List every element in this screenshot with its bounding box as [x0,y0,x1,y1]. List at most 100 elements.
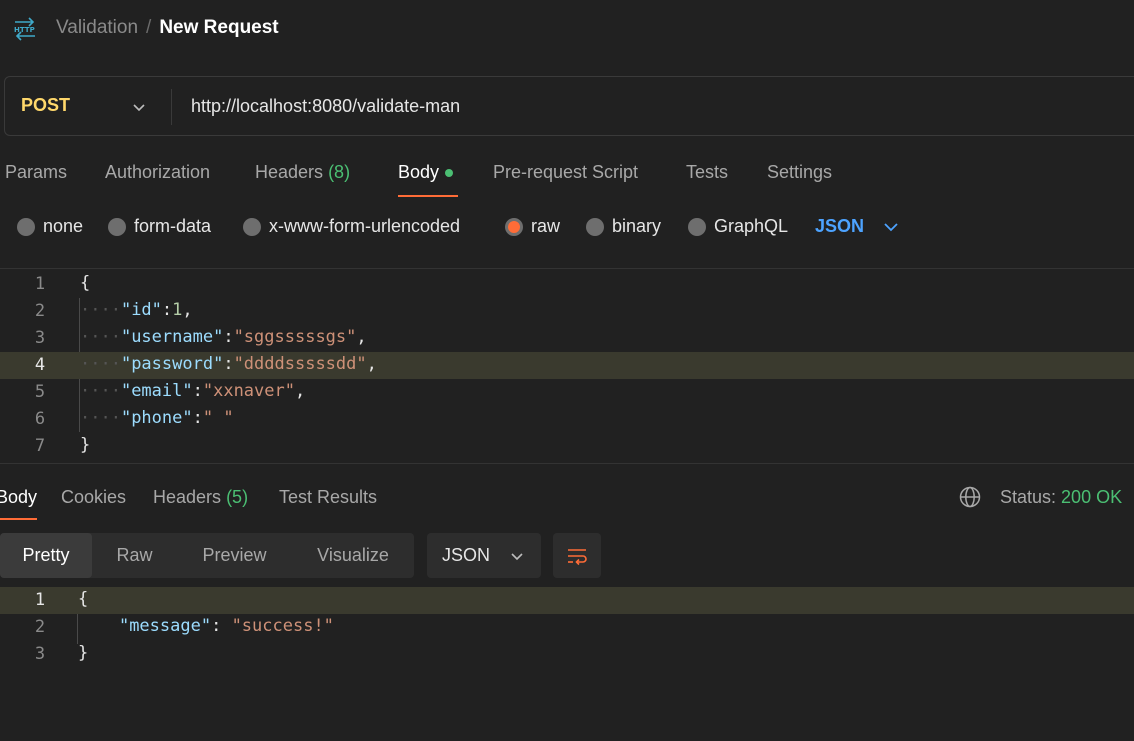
radio-circle-icon [17,217,35,236]
json-key: "message" [118,616,212,636]
globe-icon[interactable] [958,485,982,509]
radio-label: form-data [134,216,212,236]
divider [0,463,1134,464]
modified-dot-icon [445,169,454,178]
tab-pre-request-script[interactable]: Pre-request Script [493,162,638,183]
line-number: 7 [34,436,46,456]
response-format-select[interactable]: JSON [427,533,541,578]
radio-none[interactable]: none [17,216,83,237]
method-select[interactable]: POST [21,95,70,116]
radio-graphql[interactable]: GraphQL [688,216,788,237]
code-line[interactable]: 5 ····"email":"xxnaver", [0,379,1134,406]
wrap-lines-icon [568,549,587,566]
json-value: 1 [172,300,183,320]
active-tab-indicator [0,518,37,520]
radio-label: binary [612,216,662,236]
line-number: 4 [34,355,46,375]
response-status[interactable]: Status: 200 OK [1000,487,1122,508]
tab-tests[interactable]: Tests [686,162,728,183]
divider [0,268,1134,269]
code-line[interactable]: 3 ····"username":"sggsssssgs", [0,325,1134,352]
punct: , [182,300,193,320]
radio-label: raw [531,216,561,236]
tab-label: Test Results [279,487,378,507]
json-key: "password" [120,354,224,374]
breadcrumb-collection[interactable]: Validation [56,17,138,38]
breadcrumb: Validation / New Request [56,17,279,39]
svg-text:HTTP: HTTP [14,26,35,34]
tab-response-body[interactable]: Body [0,487,37,508]
json-key: "email" [120,381,193,401]
tab-params[interactable]: Params [5,162,67,183]
tab-settings[interactable]: Settings [767,162,832,183]
radio-label: GraphQL [714,216,789,236]
json-key: "username" [120,327,224,347]
json-key: "id" [120,300,162,320]
url-input[interactable]: http://localhost:8080/validate-man [191,96,460,117]
json-key: "phone" [120,408,193,428]
request-name[interactable]: New Request [159,17,278,38]
tab-headers[interactable]: Headers (8) [255,162,350,183]
view-pretty-button[interactable]: Pretty [0,533,92,578]
radio-raw[interactable]: raw [505,216,560,237]
active-tab-indicator [398,195,458,197]
tab-label: Body [398,162,440,182]
tab-label: Authorization [105,162,211,182]
radio-selected-icon [505,217,523,236]
punct: , [356,327,367,347]
breadcrumb-separator: / [146,17,152,38]
radio-x-www-form-urlencoded[interactable]: x-www-form-urlencoded [243,216,460,237]
tab-label: Tests [686,162,729,182]
response-line-current[interactable]: 1 { [0,587,1134,614]
tab-body[interactable]: Body [398,162,454,183]
radio-circle-icon [108,217,126,236]
view-preview-button[interactable]: Preview [177,533,292,578]
tab-test-results[interactable]: Test Results [279,487,377,508]
radio-binary[interactable]: binary [586,216,661,237]
code-line[interactable]: 7 } [0,433,1134,460]
http-icon: HTTP [14,17,35,41]
punct: , [366,354,377,374]
radio-circle-icon [586,217,604,236]
tab-label: Cookies [61,487,127,507]
chevron-down-icon[interactable] [129,97,149,117]
tab-cookies[interactable]: Cookies [61,487,126,508]
line-number: 2 [34,301,46,321]
code-line[interactable]: 2 ····"id":1, [0,298,1134,325]
json-value: " " [202,408,234,428]
response-line[interactable]: 2 "message": "success!" [0,614,1134,641]
status-label: Status: [1000,487,1057,507]
tab-label: Settings [767,162,833,182]
body-format-select[interactable]: JSON [815,216,864,237]
tab-label: Headers [153,487,222,507]
radio-form-data[interactable]: form-data [108,216,211,237]
tab-response-headers[interactable]: Headers (5) [153,487,248,508]
json-value: "ddddsssssdd" [233,354,367,374]
line-number: 6 [34,409,46,429]
response-line[interactable]: 3 } [0,641,1134,668]
format-label: JSON [442,545,491,565]
line-number: 1 [34,590,46,610]
url-bar: POST http://localhost:8080/validate-man [4,76,1134,136]
code-line[interactable]: 1 { [0,271,1134,298]
tab-authorization[interactable]: Authorization [105,162,210,183]
wrap-lines-button[interactable] [553,533,601,578]
code-line[interactable]: 6 ····"phone":" " [0,406,1134,433]
brace: } [80,435,91,455]
headers-count: (5) [226,487,249,507]
view-visualize-button[interactable]: Visualize [292,533,414,578]
brace: { [78,589,89,609]
tab-label: Body [0,487,38,507]
code-line-current[interactable]: 4 ····"password":"ddddsssssdd", [0,352,1134,379]
radio-circle-icon [243,217,261,236]
punct: , [294,381,306,401]
divider [171,89,172,125]
chevron-down-icon[interactable] [880,216,902,238]
line-number: 3 [34,328,46,348]
line-number: 1 [34,274,46,294]
line-number: 5 [34,382,46,402]
line-number: 2 [34,617,46,637]
brace: } [78,643,89,663]
view-raw-button[interactable]: Raw [92,533,177,578]
headers-count: (8) [328,162,351,182]
